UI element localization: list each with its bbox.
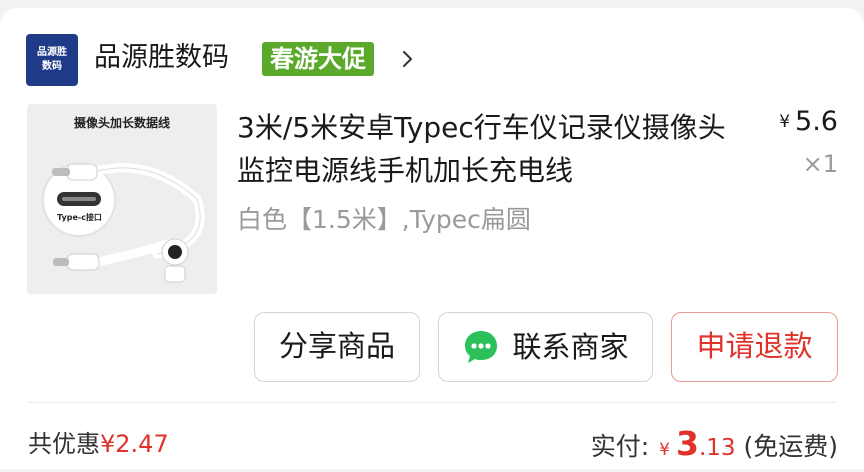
request-refund-button[interactable]: 申请退款 (671, 312, 838, 382)
product-quantity: ×1 (802, 150, 838, 178)
store-logo-line2: 数码 (42, 61, 62, 72)
product-title[interactable]: 3米/5米安卓Typec行车仪记录仪摄像头监控电源线手机加长充电线 (237, 106, 737, 192)
product-thumbnail[interactable]: 摄像头加长数据线 Type-c接口 (27, 104, 217, 294)
chevron-right-icon[interactable] (398, 50, 416, 68)
store-logo-line1: 品源胜 (37, 47, 67, 58)
contact-seller-button[interactable]: 联系商家 (438, 312, 653, 382)
shipping-note: (免运费) (743, 432, 838, 461)
paid-summary: 实付: ¥3.13 (免运费) (591, 422, 838, 472)
contact-seller-label: 联系商家 (512, 329, 629, 364)
store-name[interactable]: 品源胜数码 (94, 38, 229, 78)
share-product-button[interactable]: 分享商品 (254, 312, 420, 382)
divider (28, 402, 836, 403)
discount-summary: 共优惠¥2.47 (28, 426, 169, 462)
price-currency: ¥ (779, 112, 791, 132)
paid-label: 实付: (590, 432, 650, 461)
promo-badge[interactable]: 春游大促 (262, 42, 374, 76)
thumbnail-port-label: Type-c接口 (57, 213, 102, 222)
order-card: 品源胜 数码 品源胜数码 春游大促 摄像头加长数据线 Type-c接口 3米/5… (0, 8, 864, 469)
price-amount: 5.6 (795, 106, 838, 137)
store-logo[interactable]: 品源胜 数码 (26, 34, 78, 86)
product-price: ¥5.6 (779, 106, 838, 137)
discount-label: 共优惠 (28, 430, 100, 458)
paid-currency: ¥ (659, 440, 670, 460)
paid-amount-integer: 3 (675, 424, 699, 463)
product-spec: 白色【1.5米】,Typec扁圆 (237, 205, 531, 234)
paid-amount-decimal: .13 (698, 435, 736, 461)
chat-bubble-icon (465, 331, 498, 363)
discount-value: ¥2.47 (100, 430, 169, 458)
usb-cable-image (42, 163, 205, 283)
